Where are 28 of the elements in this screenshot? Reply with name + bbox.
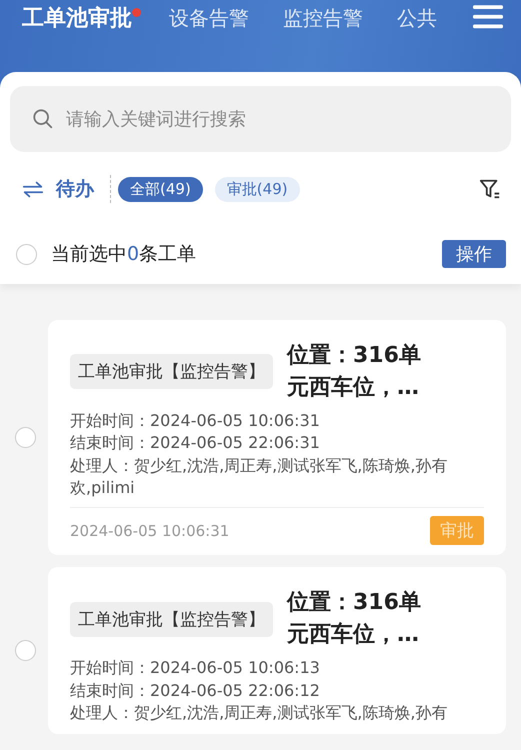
nav-tab[interactable]: 工单池审批 bbox=[22, 3, 132, 33]
filter-icon[interactable] bbox=[479, 178, 501, 200]
nav-tab[interactable]: 监控告警 bbox=[283, 4, 363, 32]
order-detail: 处理人：贺少红,沈浩,周正寿,测试张军飞,陈琦焕,孙有 bbox=[70, 702, 448, 724]
order-detail: 结束时间：2024-06-05 22:06:31 bbox=[70, 432, 321, 454]
filter-chip[interactable]: 全部(49) bbox=[118, 176, 203, 202]
selection-count: 当前选中0条工单 bbox=[51, 242, 196, 267]
order-detail: 开始时间：2024-06-05 10:06:31 bbox=[70, 410, 321, 432]
nav-tab[interactable]: 公共 bbox=[397, 4, 437, 32]
order-detail: 开始时间：2024-06-05 10:06:13 bbox=[70, 657, 321, 680]
search-icon bbox=[32, 108, 54, 130]
order-tag: 工单池审批【监控告警】 bbox=[70, 354, 273, 390]
order-tag: 工单池审批【监控告警】 bbox=[70, 602, 273, 637]
order-date: 2024-06-05 10:06:31 bbox=[70, 522, 230, 540]
mode-label[interactable]: 待办 bbox=[56, 176, 94, 202]
menu-icon[interactable] bbox=[473, 4, 503, 30]
order-radio[interactable] bbox=[15, 427, 36, 448]
order-title: 位置：316单元西车位，… bbox=[287, 342, 422, 402]
order-title: 位置：316单元西车位，… bbox=[287, 589, 422, 650]
order-detail: 结束时间：2024-06-05 22:06:12 bbox=[70, 680, 321, 702]
operate-button[interactable]: 操作 bbox=[442, 240, 506, 268]
nav-tab[interactable]: 设备告警 bbox=[169, 4, 249, 32]
filter-chip[interactable]: 审批(49) bbox=[214, 176, 300, 202]
order-radio[interactable] bbox=[15, 640, 36, 662]
search-field[interactable]: 请输入关键词进行搜索 bbox=[10, 86, 511, 152]
order-detail: 处理人：贺少红,沈浩,周正寿,测试张军飞,陈琦焕,孙有欢,pilimi bbox=[70, 454, 448, 499]
select-all-radio[interactable] bbox=[16, 244, 37, 264]
swap-icon[interactable] bbox=[22, 180, 44, 198]
